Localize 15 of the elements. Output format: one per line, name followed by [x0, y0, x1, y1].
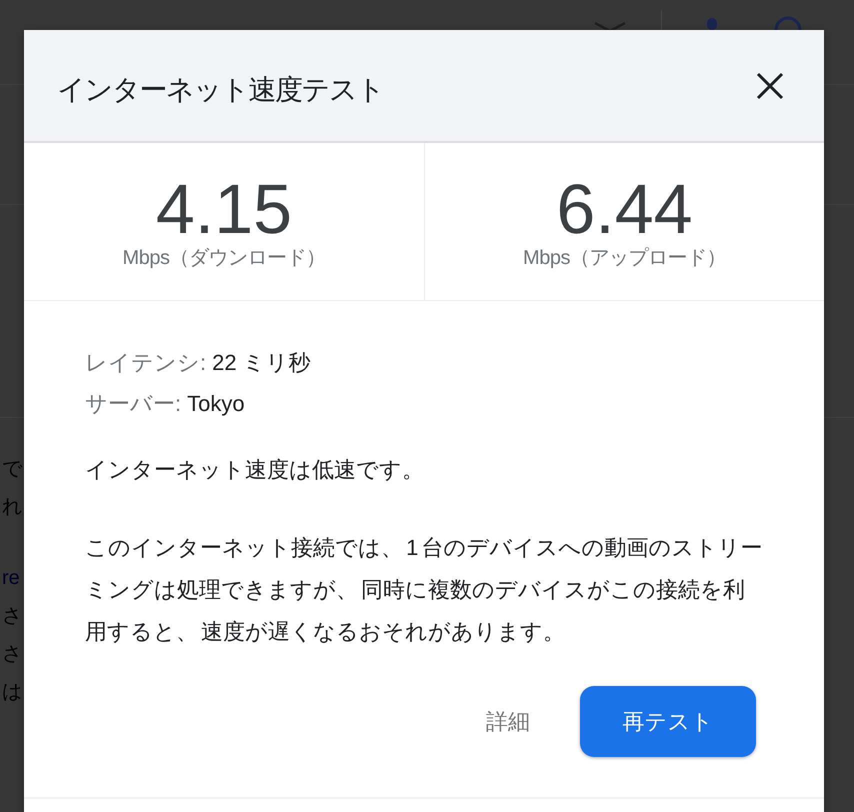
speed-unit: Mbps（アップロード）: [523, 246, 726, 270]
close-icon: [755, 70, 785, 100]
detail-label: レイテンシ:: [85, 349, 206, 377]
speed-unit: Mbps（ダウンロード）: [122, 246, 326, 270]
speed-value: 6.44: [556, 174, 693, 244]
details-button[interactable]: 詳細: [474, 698, 542, 744]
dialog-title: インターネット速度テスト: [57, 72, 384, 106]
detail-label: サーバー:: [85, 390, 182, 418]
detail-value: 22 ミリ秒: [212, 349, 311, 377]
retest-button[interactable]: 再テスト: [580, 686, 756, 757]
speed-summary: インターネット速度は低速です。: [85, 456, 425, 484]
detail-value: Tokyo: [187, 390, 245, 418]
speed-value: 4.15: [156, 174, 292, 244]
speed-description: このインターネット接続では、 1 台のデバイスへの動画のストリーミングは処理できますが、 同時に複数のデバイスがこの接続を利用すると、 速度が遅くなるおそれがあります。: [85, 534, 764, 646]
chevron-icon[interactable]: [594, 22, 626, 32]
